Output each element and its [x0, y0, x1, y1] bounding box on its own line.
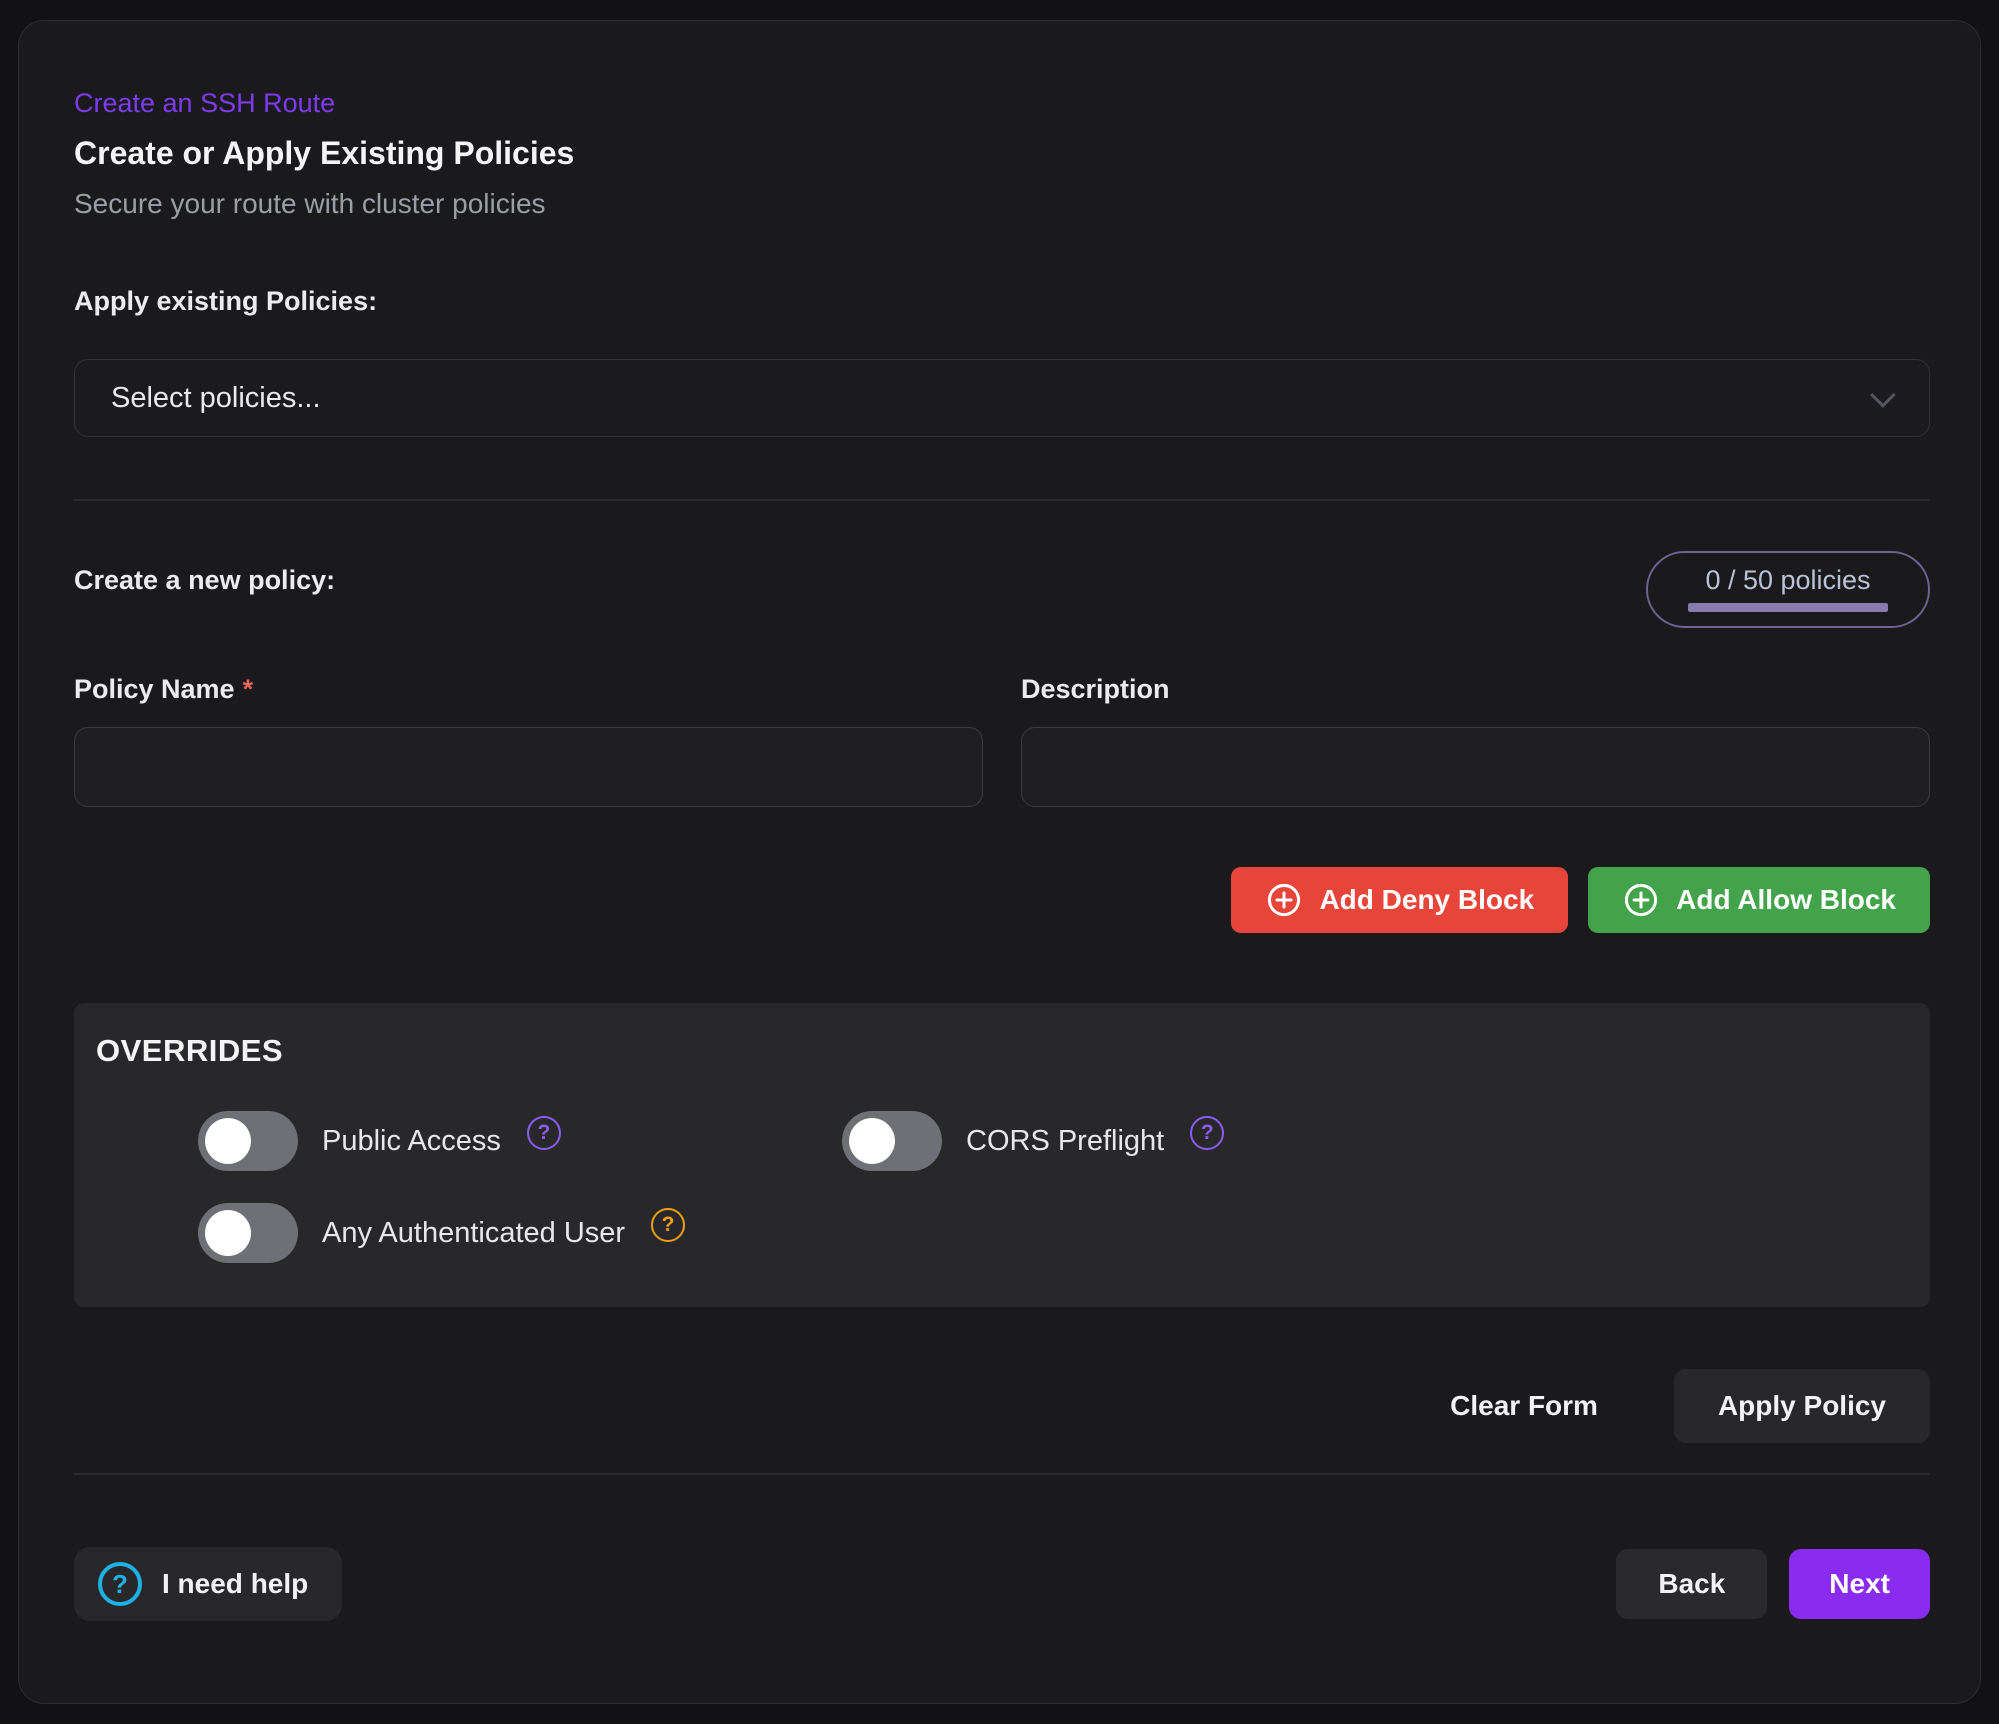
- description-input[interactable]: [1021, 727, 1930, 807]
- add-deny-block-button[interactable]: Add Deny Block: [1231, 867, 1568, 933]
- any-authenticated-user-toggle[interactable]: [198, 1203, 298, 1263]
- apply-existing-label: Apply existing Policies:: [74, 286, 1930, 317]
- policies-select-placeholder: Select policies...: [111, 382, 1871, 415]
- public-access-toggle[interactable]: [198, 1111, 298, 1171]
- policy-fields-row: Policy Name * Description: [74, 674, 1930, 807]
- cors-preflight-toggle-row: CORS Preflight ?: [842, 1111, 1224, 1171]
- help-circle-icon[interactable]: ?: [651, 1208, 685, 1242]
- help-circle-icon: ?: [98, 1562, 142, 1606]
- overrides-toggle-grid: Public Access ? CORS Preflight ? Any Aut…: [198, 1111, 1906, 1263]
- policy-counter-text: 0 / 50 policies: [1705, 565, 1870, 596]
- toggle-knob: [849, 1118, 895, 1164]
- cors-preflight-toggle[interactable]: [842, 1111, 942, 1171]
- policy-name-field-group: Policy Name *: [74, 674, 983, 807]
- footer-nav-buttons: Back Next: [1616, 1549, 1930, 1619]
- add-deny-block-label: Add Deny Block: [1319, 884, 1534, 916]
- plus-circle-icon: [1265, 881, 1303, 919]
- toggle-knob: [205, 1118, 251, 1164]
- cors-preflight-label: CORS Preflight: [966, 1125, 1164, 1158]
- any-authenticated-user-toggle-row: Any Authenticated User ?: [198, 1203, 842, 1263]
- wizard-footer: ? I need help Back Next: [74, 1547, 1930, 1621]
- section-divider: [74, 499, 1930, 501]
- wizard-card: Create an SSH Route Create or Apply Exis…: [18, 20, 1981, 1704]
- page-subtitle: Secure your route with cluster policies: [74, 188, 1930, 220]
- overrides-title: OVERRIDES: [96, 1033, 1906, 1069]
- public-access-label: Public Access: [322, 1125, 501, 1158]
- back-button[interactable]: Back: [1616, 1549, 1767, 1619]
- description-field-group: Description: [1021, 674, 1930, 807]
- policy-name-label: Policy Name *: [74, 674, 983, 705]
- next-button[interactable]: Next: [1789, 1549, 1930, 1619]
- overrides-panel: OVERRIDES Public Access ? CORS Preflight…: [74, 1003, 1930, 1307]
- need-help-label: I need help: [162, 1568, 308, 1600]
- any-authenticated-user-label: Any Authenticated User: [322, 1217, 625, 1250]
- create-policy-label: Create a new policy:: [74, 565, 335, 596]
- footer-divider: [74, 1473, 1930, 1475]
- policy-name-label-text: Policy Name: [74, 674, 235, 704]
- apply-policy-button[interactable]: Apply Policy: [1674, 1369, 1930, 1443]
- need-help-button[interactable]: ? I need help: [74, 1547, 342, 1621]
- policy-counter-bar: [1688, 603, 1888, 612]
- chevron-down-icon: [1870, 383, 1895, 408]
- add-allow-block-label: Add Allow Block: [1676, 884, 1896, 916]
- description-label: Description: [1021, 674, 1930, 705]
- add-allow-block-button[interactable]: Add Allow Block: [1588, 867, 1930, 933]
- required-asterisk: *: [243, 674, 254, 704]
- policy-counter-badge: 0 / 50 policies: [1646, 551, 1930, 628]
- plus-circle-icon: [1622, 881, 1660, 919]
- wizard-step-eyebrow: Create an SSH Route: [74, 87, 1930, 119]
- clear-form-button[interactable]: Clear Form: [1450, 1390, 1598, 1422]
- block-buttons-row: Add Deny Block Add Allow Block: [74, 867, 1930, 933]
- policy-name-input[interactable]: [74, 727, 983, 807]
- public-access-toggle-row: Public Access ?: [198, 1111, 842, 1171]
- help-circle-icon[interactable]: ?: [527, 1116, 561, 1150]
- toggle-knob: [205, 1210, 251, 1256]
- create-policy-header-row: Create a new policy: 0 / 50 policies: [74, 551, 1930, 628]
- page-title: Create or Apply Existing Policies: [74, 135, 1930, 172]
- policies-select[interactable]: Select policies...: [74, 359, 1930, 437]
- help-circle-icon[interactable]: ?: [1190, 1116, 1224, 1150]
- form-actions-row: Clear Form Apply Policy: [74, 1369, 1930, 1443]
